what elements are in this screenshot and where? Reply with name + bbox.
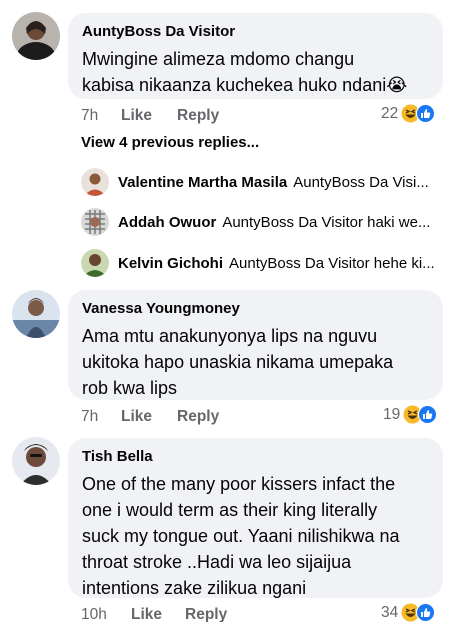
reply-button[interactable]: Reply xyxy=(185,606,227,622)
view-previous-replies-link[interactable]: View 4 previous replies... xyxy=(81,134,259,151)
comment-bubble: Tish Bella One of the many poor kissers … xyxy=(68,438,443,598)
reaction-count: 34 xyxy=(381,603,399,621)
reply-button[interactable]: Reply xyxy=(177,408,219,426)
reply-preview[interactable]: Valentine Martha Masila AuntyBoss Da Vis… xyxy=(81,168,429,196)
reply-snippet: AuntyBoss Da Visitor haki we... xyxy=(222,213,431,231)
comment-bubble: AuntyBoss Da Visitor Mwingine alimeza md… xyxy=(68,13,443,99)
reaction-count: 22 xyxy=(381,104,399,122)
reply-preview[interactable]: Addah Owuor AuntyBoss Da Visitor haki we… xyxy=(81,208,430,236)
comment-text-line: Mwingine alimeza mdomo changu xyxy=(82,49,355,69)
avatar[interactable] xyxy=(12,12,60,60)
like-reaction-icon xyxy=(418,405,438,424)
comment-text-line: Ama mtu anakunyonya lips na nguvu xyxy=(82,326,378,346)
avatar[interactable] xyxy=(12,290,60,338)
like-button[interactable]: Like xyxy=(121,408,152,426)
timestamp[interactable]: 7h xyxy=(81,408,98,426)
reaction-summary[interactable]: 34 xyxy=(381,603,436,622)
comment-text-line: throat stroke ..Hadi wa leo sijaijua xyxy=(82,552,352,572)
reply-author[interactable]: Valentine Martha Masila xyxy=(118,174,287,191)
comment-author[interactable]: Tish Bella xyxy=(82,447,429,466)
reaction-count: 19 xyxy=(383,405,401,423)
reply-button[interactable]: Reply xyxy=(177,107,219,125)
comment-actions: 10h Like Reply xyxy=(81,606,381,622)
reply-author[interactable]: Kelvin Gichohi xyxy=(118,255,223,272)
like-reaction-icon xyxy=(416,104,436,123)
comment-author[interactable]: Vanessa Youngmoney xyxy=(82,299,429,318)
comment-author[interactable]: AuntyBoss Da Visitor xyxy=(82,22,429,41)
comment-text-line: suck my tongue out. Yaani nilishikwa na xyxy=(82,526,400,546)
reply-snippet: AuntyBoss Da Visitor hehe ki... xyxy=(229,254,435,272)
like-button[interactable]: Like xyxy=(131,606,162,622)
like-reaction-icon xyxy=(416,603,436,622)
comment-actions: 7h Like Reply xyxy=(81,408,381,428)
avatar[interactable] xyxy=(81,208,109,236)
comment-text-line: One of the many poor kissers infact the xyxy=(82,474,396,494)
comment-text-line: one i would term as their king literally xyxy=(82,500,378,520)
reply-author[interactable]: Addah Owuor xyxy=(118,214,216,231)
avatar[interactable] xyxy=(81,249,109,277)
reaction-summary[interactable]: 19 xyxy=(383,405,438,424)
comment-text-line: intentions zake zilikua ngani xyxy=(82,578,307,598)
comment-text-line: kabisa nikaanza kuchekea huko ndani😭 xyxy=(82,75,408,95)
comment-text-line: rob kwa lips xyxy=(82,378,178,398)
comment-actions: 7h Like Reply xyxy=(81,107,381,127)
avatar[interactable] xyxy=(12,437,60,485)
timestamp[interactable]: 10h xyxy=(81,606,107,622)
reply-snippet: AuntyBoss Da Visi... xyxy=(293,173,429,191)
like-button[interactable]: Like xyxy=(121,107,152,125)
reaction-summary[interactable]: 22 xyxy=(381,104,436,123)
reply-preview[interactable]: Kelvin Gichohi AuntyBoss Da Visitor hehe… xyxy=(81,249,435,277)
comment-bubble: Vanessa Youngmoney Ama mtu anakunyonya l… xyxy=(68,290,443,400)
comment-text-line: ukitoka hapo unaskia nikama umepaka xyxy=(82,352,394,372)
avatar[interactable] xyxy=(81,168,109,196)
timestamp[interactable]: 7h xyxy=(81,107,98,125)
